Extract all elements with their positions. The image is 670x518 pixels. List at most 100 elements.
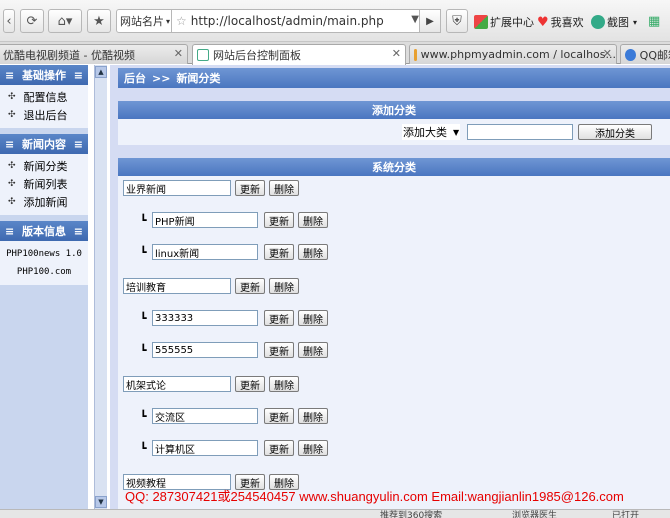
delete-button[interactable]: 删除 (298, 440, 328, 456)
scroll-up-icon[interactable]: ▲ (95, 66, 107, 78)
scroll-down-icon[interactable]: ▼ (95, 496, 107, 508)
subcategory-name-field[interactable]: 333333 (152, 310, 258, 326)
status-middle[interactable]: 浏览器医生 (512, 510, 557, 518)
chevron-down-icon: ▾ (166, 16, 171, 26)
chevron-down-icon[interactable]: ▼ (411, 14, 419, 25)
breadcrumb-root[interactable]: 后台 (124, 70, 146, 86)
heart-icon: ♥ (537, 14, 549, 30)
button-label: 删除 (303, 444, 323, 456)
back-button[interactable]: ‹ (3, 9, 15, 33)
select-value: 添加大类 (403, 126, 447, 139)
category-list: 业界新闻 更新 删除 ┗ PHP新闻 更新 删除 ┗ linux新闻 更新 删除… (118, 176, 670, 518)
delete-button[interactable]: 删除 (298, 342, 328, 358)
update-button[interactable]: 更新 (264, 440, 294, 456)
status-right[interactable]: 已打开 (612, 510, 639, 518)
sidebar-group: ✣ 配置信息 ✣ 退出后台 (0, 85, 88, 128)
close-icon[interactable]: ✕ (603, 47, 612, 60)
parent-category-select[interactable]: 添加大类 ▼ (402, 124, 460, 140)
delete-button[interactable]: 删除 (269, 278, 299, 294)
add-category-row: 添加大类 ▼ 添加分类 (118, 119, 670, 145)
sidebar-item-add-news[interactable]: ✣ 添加新闻 (0, 193, 88, 211)
status-bar: 推荐到360搜索 浏览器医生 已打开 (0, 509, 670, 518)
status-left[interactable]: 推荐到360搜索 (380, 510, 442, 518)
tab-label: 优酷电视剧频道 - 优酷视频 (3, 48, 135, 62)
delete-button[interactable]: 删除 (298, 212, 328, 228)
update-button[interactable]: 更新 (264, 408, 294, 424)
tab-label: 网站后台控制面板 (213, 49, 301, 62)
menu-icon: ≡ (73, 137, 83, 151)
menu-icon: ≡ (5, 68, 15, 82)
update-button[interactable]: 更新 (235, 180, 265, 196)
close-icon[interactable]: ✕ (174, 47, 183, 60)
bullet-icon: ✣ (8, 92, 16, 102)
button-label: 删除 (303, 216, 323, 228)
sidebar-section-header[interactable]: ≡ 基础操作 ≡ (0, 65, 88, 85)
category-name-input[interactable] (467, 124, 573, 140)
update-button[interactable]: 更新 (264, 342, 294, 358)
chevron-down-icon: ▼ (453, 127, 460, 137)
bullet-icon: ✣ (8, 110, 16, 120)
address-bar[interactable]: ☆ http://localhost/admin/main.php ▼ (172, 9, 424, 33)
add-category-button[interactable]: 添加分类 (578, 124, 652, 140)
delete-button[interactable]: 删除 (298, 244, 328, 260)
bullet-icon: ✣ (8, 179, 16, 189)
sidebar-item-config[interactable]: ✣ 配置信息 (0, 88, 88, 106)
sidebar-item-label: 退出后台 (23, 109, 68, 122)
update-button[interactable]: 更新 (235, 278, 265, 294)
delete-button[interactable]: 删除 (269, 180, 299, 196)
favorites-like-link[interactable]: ♥ 我喜欢 (537, 14, 584, 30)
sidebar-item-news-list[interactable]: ✣ 新闻列表 (0, 175, 88, 193)
version-site: PHP100.com (16, 267, 72, 277)
tab-admin[interactable]: 网站后台控制面板 ✕ (192, 44, 406, 65)
section-title: 新闻内容 (22, 138, 66, 151)
screenshot-link[interactable]: 截图 ▾ (591, 14, 637, 30)
tab-youku[interactable]: 优酷电视剧频道 - 优酷视频 ✕ (0, 44, 188, 64)
favorites-dropdown[interactable]: 网站名片 ▾ (116, 9, 172, 33)
delete-button[interactable]: 删除 (298, 310, 328, 326)
main-content: 后台 >> 新闻分类 添加分类 添加大类 ▼ 添加分类 系统分类 业界新闻 更新 … (110, 65, 670, 518)
subcategory-name-field[interactable]: PHP新闻 (152, 212, 258, 228)
category-name-field[interactable]: 业界新闻 (123, 180, 231, 196)
tab-label: QQ邮箱 (639, 48, 670, 62)
delete-button[interactable]: 删除 (298, 408, 328, 424)
subcategory-name-field[interactable]: 计算机区 (152, 440, 258, 456)
field-value: PHP新闻 (155, 216, 195, 228)
category-name-field[interactable]: 培训教育 (123, 278, 231, 294)
update-button[interactable]: 更新 (264, 244, 294, 260)
star-icon: ☆ (176, 14, 187, 28)
tree-elbow-icon: ┗ (140, 344, 147, 357)
subcategory-name-field[interactable]: 555555 (152, 342, 258, 358)
extension-center-link[interactable]: 扩展中心 (474, 14, 534, 30)
subcategory-name-field[interactable]: linux新闻 (152, 244, 258, 260)
shield-icon[interactable]: ⛨ (446, 9, 468, 33)
button-label: 更新 (269, 412, 289, 424)
sidebar-scrollbar[interactable]: ▲ ▼ (94, 65, 107, 509)
close-icon[interactable]: ✕ (392, 47, 401, 60)
tab-qqmail[interactable]: QQ邮箱 (620, 44, 670, 64)
grid-icon[interactable]: ▦ (648, 14, 660, 29)
update-button[interactable]: 更新 (235, 376, 265, 392)
sidebar-item-label: 配置信息 (23, 91, 68, 104)
sidebar-section-header[interactable]: ≡ 新闻内容 ≡ (0, 134, 88, 154)
menu-icon: ≡ (73, 224, 83, 238)
breadcrumb: 后台 >> 新闻分类 (118, 68, 670, 88)
phpmyadmin-icon (414, 48, 417, 61)
breadcrumb-separator: >> (152, 71, 171, 85)
go-button[interactable]: ▶ (419, 9, 441, 33)
home-icon[interactable]: ⌂▾ (48, 9, 82, 33)
page-icon (197, 49, 209, 61)
sidebar-item-news-category[interactable]: ✣ 新闻分类 (0, 157, 88, 175)
button-label: 删除 (303, 314, 323, 326)
update-button[interactable]: 更新 (264, 310, 294, 326)
bookmark-star-icon[interactable]: ★ (87, 9, 111, 33)
delete-button[interactable]: 删除 (269, 376, 299, 392)
refresh-icon[interactable]: ⟳ (20, 9, 44, 33)
subcategory-name-field[interactable]: 交流区 (152, 408, 258, 424)
button-label: 删除 (303, 346, 323, 358)
sidebar-item-logout[interactable]: ✣ 退出后台 (0, 106, 88, 124)
update-button[interactable]: 更新 (264, 212, 294, 228)
tab-phpmyadmin[interactable]: www.phpmyadmin.com / localhos... ✕ (409, 44, 617, 64)
sidebar-section-header[interactable]: ≡ 版本信息 ≡ (0, 221, 88, 241)
category-name-field[interactable]: 机架式论 (123, 376, 231, 392)
menu-icon: ≡ (73, 68, 83, 82)
